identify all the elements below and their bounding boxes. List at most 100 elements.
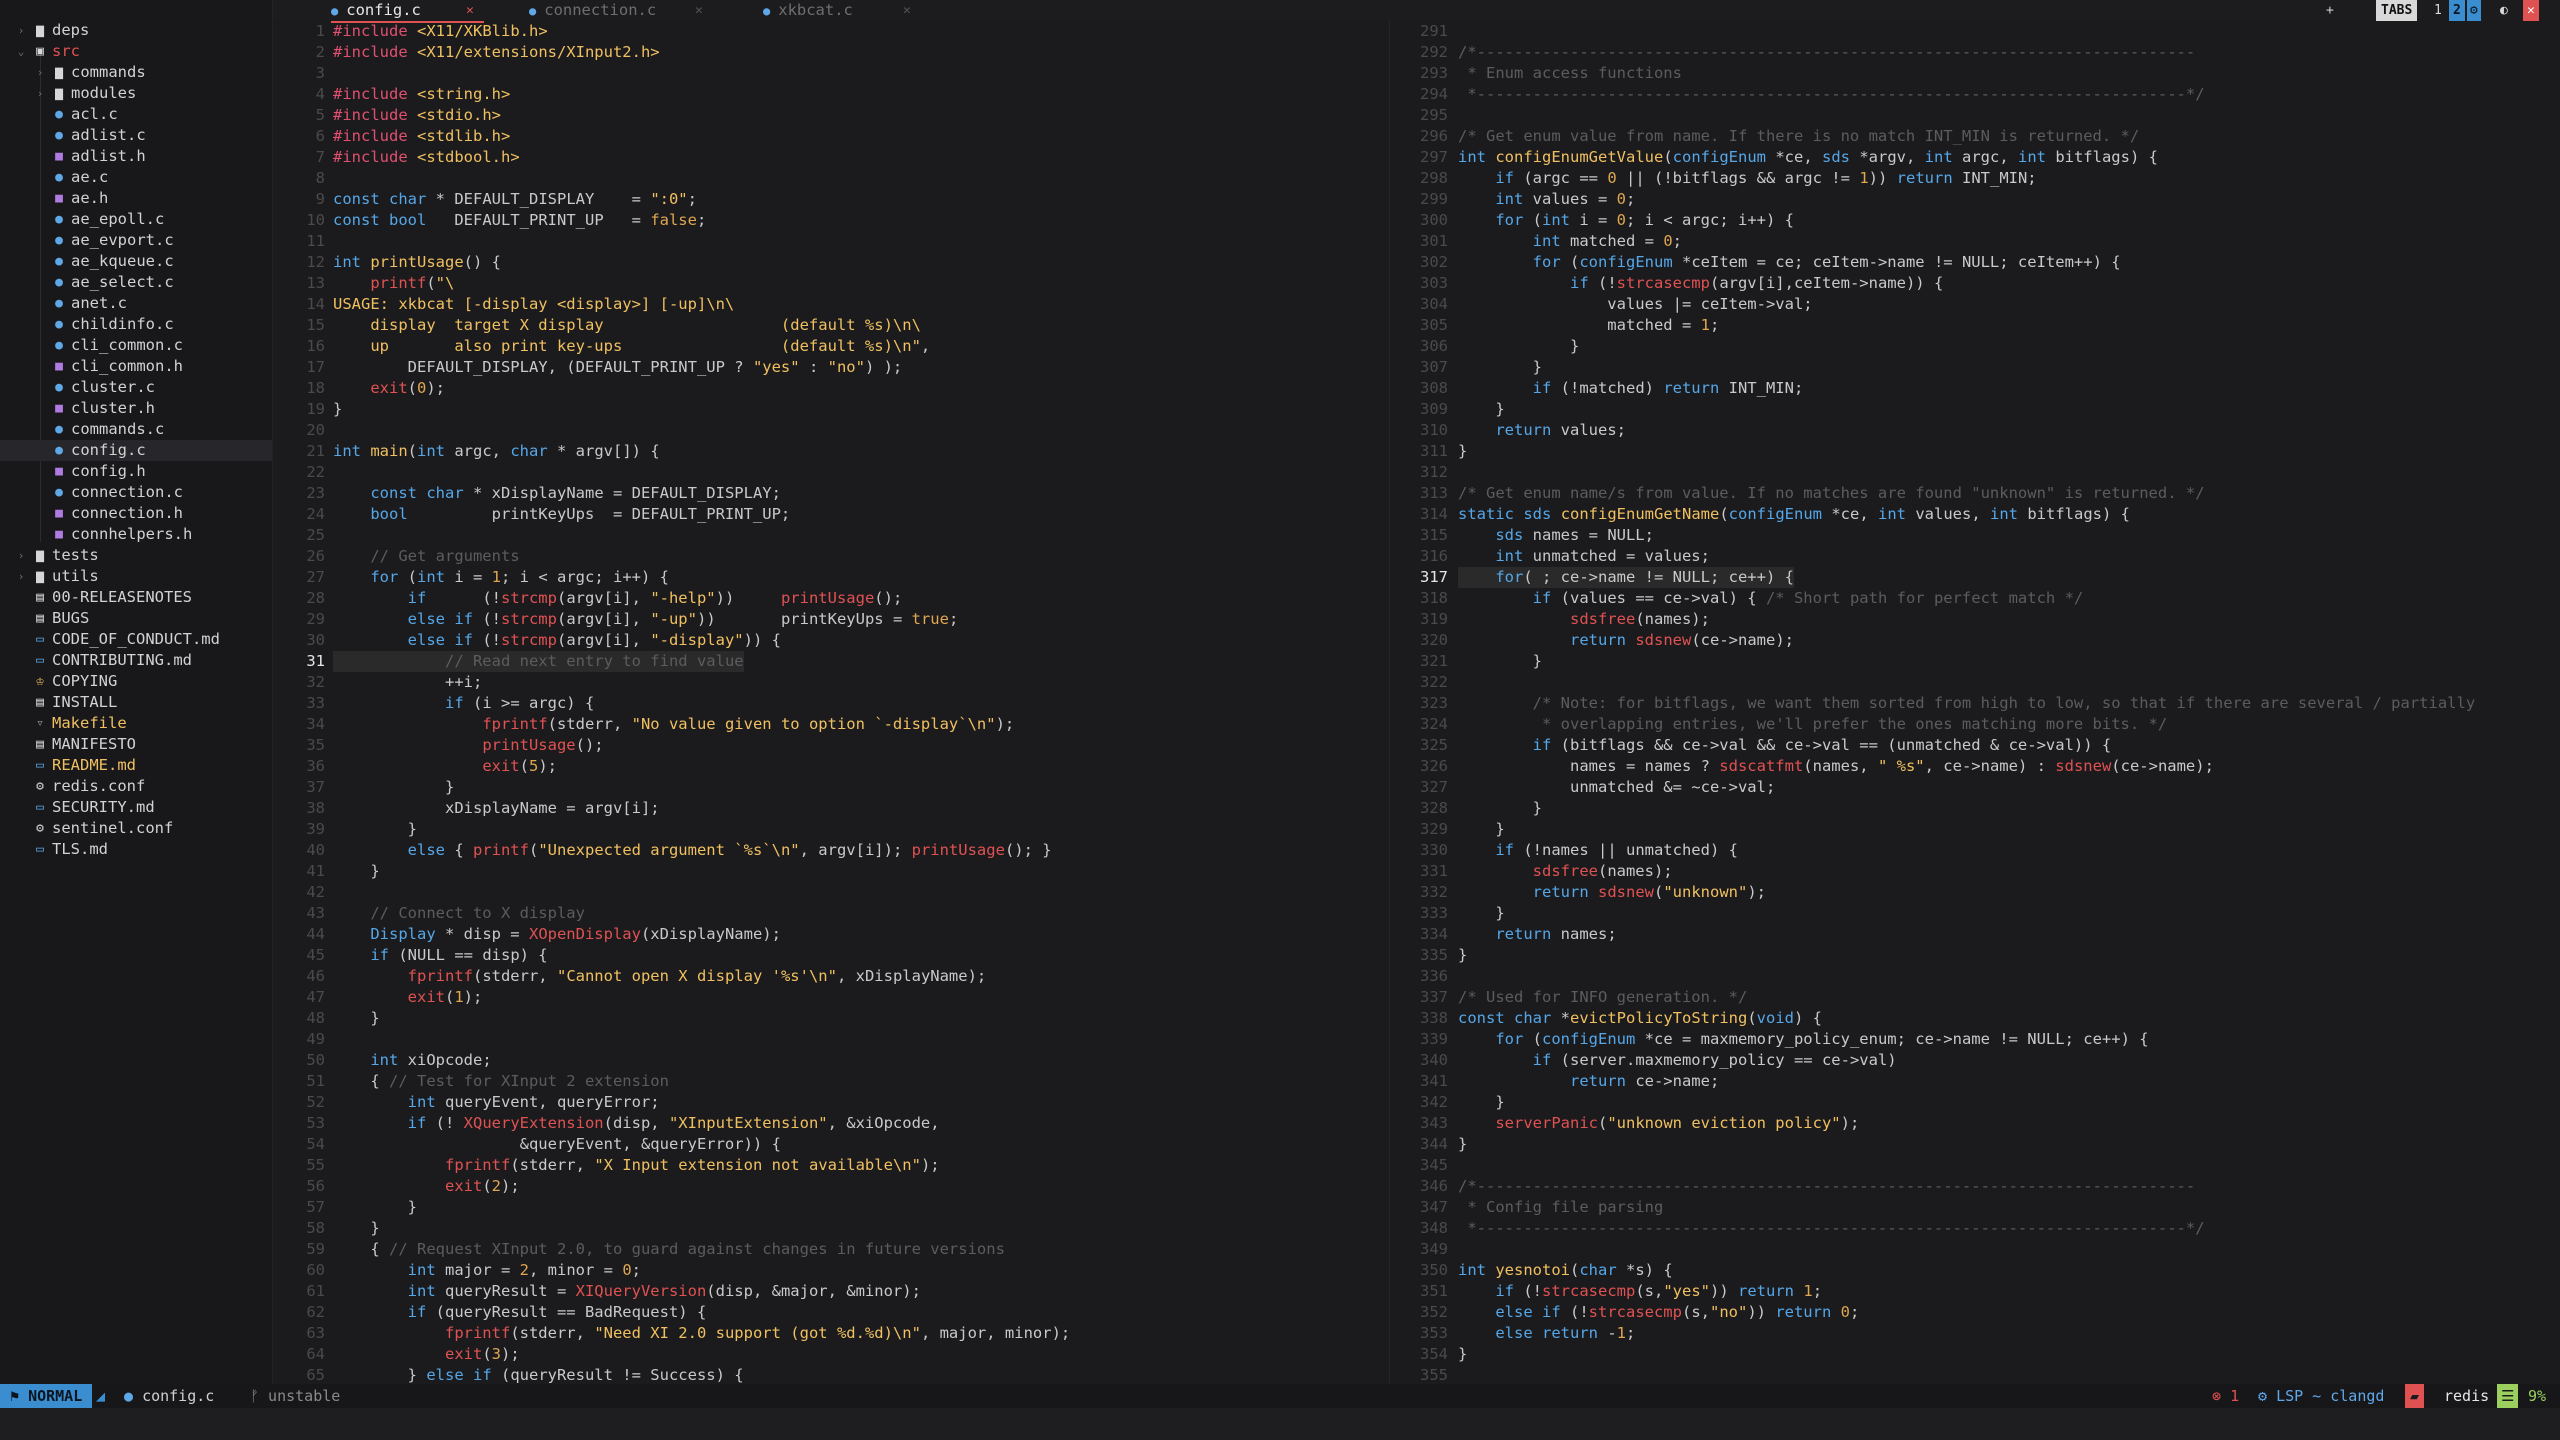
- tree-item[interactable]: ▤ MANIFESTO: [0, 734, 272, 755]
- code-line[interactable]: return values;: [1458, 420, 1626, 441]
- tree-item[interactable]: ● adlist.c: [0, 125, 272, 146]
- status-file[interactable]: ● config.c: [124, 1384, 214, 1408]
- tree-item[interactable]: › ▆ commands: [0, 62, 272, 83]
- code-line[interactable]: /*--------------------------------------…: [1458, 1176, 2195, 1197]
- tree-item[interactable]: ■ cluster.h: [0, 398, 272, 419]
- code-line[interactable]: exit(3);: [333, 1344, 520, 1365]
- chevron-right-icon[interactable]: ›: [33, 83, 47, 104]
- code-line[interactable]: if (!strcasecmp(s,"yes")) return 1;: [1458, 1281, 1822, 1302]
- code-line[interactable]: else if (!strcmp(argv[i], "-display")) {: [333, 630, 781, 651]
- code-line[interactable]: for( ; ce->name != NULL; ce++) {: [1458, 567, 1794, 588]
- command-line[interactable]: [0, 1408, 2560, 1440]
- tree-item[interactable]: ▤ INSTALL: [0, 692, 272, 713]
- code-line[interactable]: else return -1;: [1458, 1323, 1635, 1344]
- code-line[interactable]: fprintf(stderr, "Need XI 2.0 support (go…: [333, 1323, 1070, 1344]
- file-explorer[interactable]: › ▆ deps ⌄ ▣ src › ▆ commands › ▆ modules ● acl.c ● adl…: [0, 0, 273, 1384]
- lsp-status[interactable]: ⚙ LSP ~ clangd: [2258, 1384, 2384, 1408]
- code-line[interactable]: }: [1458, 1344, 1467, 1365]
- tree-item[interactable]: ■ config.h: [0, 461, 272, 482]
- tree-item[interactable]: ▤ 00-RELEASENOTES: [0, 587, 272, 608]
- tree-item[interactable]: ▤ BUGS: [0, 608, 272, 629]
- code-line[interactable]: }: [1458, 1092, 1504, 1113]
- close-window-icon[interactable]: ✕: [2523, 0, 2539, 21]
- code-line[interactable]: if (NULL == disp) {: [333, 945, 547, 966]
- tree-item[interactable]: ● connection.c: [0, 482, 272, 503]
- code-line[interactable]: xDisplayName = argv[i];: [333, 798, 660, 819]
- code-line[interactable]: }: [1458, 819, 1504, 840]
- chevron-right-icon[interactable]: ›: [14, 566, 28, 587]
- chevron-right-icon[interactable]: ›: [14, 20, 28, 41]
- tree-item[interactable]: ▿ Makefile: [0, 713, 272, 734]
- code-line[interactable]: int printUsage() {: [333, 252, 501, 273]
- git-branch[interactable]: ᚠ unstable: [250, 1384, 340, 1408]
- code-line[interactable]: * overlapping entries, we'll prefer the …: [1458, 714, 2167, 735]
- code-line[interactable]: #include <stdlib.h>: [333, 126, 510, 147]
- tree-item[interactable]: ● cli_common.c: [0, 335, 272, 356]
- code-line[interactable]: int queryEvent, queryError;: [333, 1092, 660, 1113]
- code-line[interactable]: #include <stdbool.h>: [333, 147, 520, 168]
- tree-item[interactable]: › ▆ tests: [0, 545, 272, 566]
- code-line[interactable]: { // Test for XInput 2 extension: [333, 1071, 669, 1092]
- code-line[interactable]: if (argc == 0 || (!bitflags && argc != 1…: [1458, 168, 2036, 189]
- tree-item[interactable]: ■ connhelpers.h: [0, 524, 272, 545]
- tree-item[interactable]: ⚙ sentinel.conf: [0, 818, 272, 839]
- code-line[interactable]: }: [333, 1197, 417, 1218]
- new-tab-button[interactable]: +: [2326, 0, 2334, 21]
- code-line[interactable]: for (int i = 0; i < argc; i++) {: [1458, 210, 1794, 231]
- code-line[interactable]: #include <stdio.h>: [333, 105, 501, 126]
- left-editor-pane[interactable]: 1 2 3 4 5 6 7 8 9 10 11 12 13 14 15 16 17 18 19 20 21 22 23 24 2…: [273, 21, 1389, 1384]
- code-line[interactable]: exit(2);: [333, 1176, 520, 1197]
- code-line[interactable]: }: [333, 861, 379, 882]
- code-line[interactable]: // Read next entry to find value: [333, 651, 744, 672]
- code-line[interactable]: }: [333, 399, 342, 420]
- close-tab-icon[interactable]: ✕: [695, 0, 703, 21]
- code-line[interactable]: if (!matched) return INT_MIN;: [1458, 378, 1804, 399]
- code-line[interactable]: }: [1458, 903, 1504, 924]
- code-line[interactable]: int xiOpcode;: [333, 1050, 491, 1071]
- code-line[interactable]: #include <X11/extensions/XInput2.h>: [333, 42, 660, 63]
- code-line[interactable]: else if (!strcmp(argv[i], "-up")) printK…: [333, 609, 959, 630]
- tree-item[interactable]: ♔ COPYING: [0, 671, 272, 692]
- code-line[interactable]: return sdsnew(ce->name);: [1458, 630, 1794, 651]
- code-line[interactable]: bool printKeyUps = DEFAULT_PRINT_UP;: [333, 504, 790, 525]
- code-line[interactable]: if (i >= argc) {: [333, 693, 594, 714]
- tree-item[interactable]: ■ ae.h: [0, 188, 272, 209]
- code-line[interactable]: if (values == ce->val) { /* Short path f…: [1458, 588, 2084, 609]
- code-line[interactable]: #include <X11/XKBlib.h>: [333, 21, 548, 42]
- code-line[interactable]: /* Note: for bitflags, we want them sort…: [1458, 693, 2476, 714]
- code-line[interactable]: for (int i = 1; i < argc; i++) {: [333, 567, 669, 588]
- close-tab-icon[interactable]: ✕: [903, 0, 911, 21]
- code-line[interactable]: return ce->name;: [1458, 1071, 1719, 1092]
- chevron-right-icon[interactable]: ›: [14, 545, 28, 566]
- code-line[interactable]: * Config file parsing: [1458, 1197, 1663, 1218]
- code-line[interactable]: printf("\: [333, 273, 454, 294]
- code-line[interactable]: if (! XQueryExtension(disp, "XInputExten…: [333, 1113, 940, 1134]
- tree-item[interactable]: ● cluster.c: [0, 377, 272, 398]
- code-line[interactable]: fprintf(stderr, "No value given to optio…: [333, 714, 1014, 735]
- code-line[interactable]: if (bitflags && ce->val && ce->val == (u…: [1458, 735, 2112, 756]
- tree-item[interactable]: ● ae_evport.c: [0, 230, 272, 251]
- tree-item[interactable]: ● ae.c: [0, 167, 272, 188]
- tabpage-2[interactable]: 2: [2449, 0, 2465, 21]
- code-line[interactable]: }: [1458, 1134, 1467, 1155]
- code-line[interactable]: /* Get enum name/s from value. If no mat…: [1458, 483, 2205, 504]
- code-line[interactable]: #include <string.h>: [333, 84, 510, 105]
- code-line[interactable]: DEFAULT_DISPLAY, (DEFAULT_PRINT_UP ? "ye…: [333, 357, 903, 378]
- code-line[interactable]: }: [333, 1008, 379, 1029]
- code-line[interactable]: Display * disp = XOpenDisplay(xDisplayNa…: [333, 924, 781, 945]
- code-line[interactable]: } else if (queryResult != Success) {: [333, 1365, 744, 1384]
- code-line[interactable]: }: [1458, 798, 1542, 819]
- code-line[interactable]: int matched = 0;: [1458, 231, 1682, 252]
- tree-item[interactable]: ● ae_kqueue.c: [0, 251, 272, 272]
- code-line[interactable]: const char * xDisplayName = DEFAULT_DISP…: [333, 483, 781, 504]
- code-line[interactable]: fprintf(stderr, "X Input extension not a…: [333, 1155, 940, 1176]
- settings-icon[interactable]: ⚙: [2467, 0, 2481, 21]
- code-line[interactable]: }: [1458, 945, 1467, 966]
- tabpage-1[interactable]: 1: [2430, 0, 2446, 21]
- code-line[interactable]: USAGE: xkbcat [-display <display>] [-up]…: [333, 294, 734, 315]
- code-line[interactable]: int queryResult = XIQueryVersion(disp, &…: [333, 1281, 921, 1302]
- code-line[interactable]: * Enum access functions: [1458, 63, 1682, 84]
- right-editor-pane[interactable]: 291 292 293 294 295 296 297 298 299 300 301 302 303 3…: [1390, 21, 2560, 1384]
- code-line[interactable]: int unmatched = values;: [1458, 546, 1710, 567]
- code-line[interactable]: exit(0);: [333, 378, 445, 399]
